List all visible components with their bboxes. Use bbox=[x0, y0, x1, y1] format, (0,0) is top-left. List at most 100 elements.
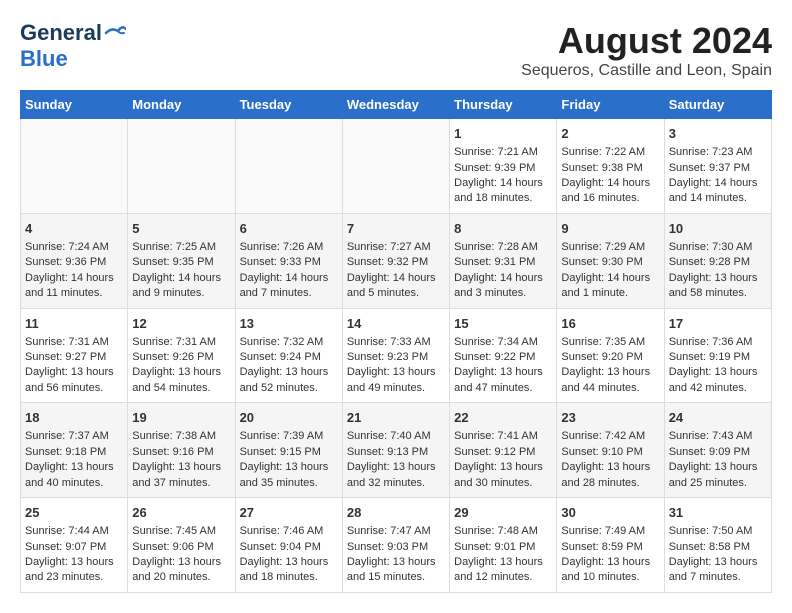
cell-content-line: Daylight: 14 hours bbox=[561, 272, 650, 284]
calendar-cell: 24Sunrise: 7:43 AMSunset: 9:09 PMDayligh… bbox=[664, 403, 771, 498]
cell-content-line: Daylight: 14 hours bbox=[561, 177, 650, 189]
calendar-cell: 14Sunrise: 7:33 AMSunset: 9:23 PMDayligh… bbox=[342, 308, 449, 403]
calendar-header: SundayMondayTuesdayWednesdayThursdayFrid… bbox=[21, 91, 772, 119]
day-number: 1 bbox=[454, 125, 552, 143]
header-row: SundayMondayTuesdayWednesdayThursdayFrid… bbox=[21, 91, 772, 119]
day-number: 9 bbox=[561, 220, 659, 238]
cell-content-line: Sunrise: 7:31 AM bbox=[132, 336, 216, 348]
cell-content-line: and 25 minutes. bbox=[669, 477, 747, 489]
header-day-friday: Friday bbox=[557, 91, 664, 119]
cell-content-line: and 16 minutes. bbox=[561, 192, 639, 204]
cell-content-line: Sunrise: 7:46 AM bbox=[240, 525, 324, 537]
cell-content-line: Sunrise: 7:47 AM bbox=[347, 525, 431, 537]
day-number: 13 bbox=[240, 315, 338, 333]
calendar-cell: 21Sunrise: 7:40 AMSunset: 9:13 PMDayligh… bbox=[342, 403, 449, 498]
cell-content-line: and 23 minutes. bbox=[25, 571, 103, 583]
cell-content-line: Sunset: 9:35 PM bbox=[132, 256, 213, 268]
cell-content-line: and 32 minutes. bbox=[347, 477, 425, 489]
cell-content-line: Daylight: 13 hours bbox=[454, 556, 543, 568]
day-number: 18 bbox=[25, 409, 123, 427]
cell-content-line: Sunset: 9:37 PM bbox=[669, 162, 750, 174]
week-row-1: 1Sunrise: 7:21 AMSunset: 9:39 PMDaylight… bbox=[21, 119, 772, 214]
cell-content-line: Daylight: 13 hours bbox=[240, 461, 329, 473]
calendar-cell: 8Sunrise: 7:28 AMSunset: 9:31 PMDaylight… bbox=[450, 213, 557, 308]
cell-content-line: Sunrise: 7:33 AM bbox=[347, 336, 431, 348]
cell-content-line: Sunset: 9:03 PM bbox=[347, 541, 428, 553]
header-day-monday: Monday bbox=[128, 91, 235, 119]
cell-content-line: Daylight: 14 hours bbox=[669, 177, 758, 189]
cell-content-line: and 52 minutes. bbox=[240, 382, 318, 394]
day-number: 12 bbox=[132, 315, 230, 333]
cell-content-line: Daylight: 13 hours bbox=[25, 556, 114, 568]
calendar-cell: 15Sunrise: 7:34 AMSunset: 9:22 PMDayligh… bbox=[450, 308, 557, 403]
header-day-saturday: Saturday bbox=[664, 91, 771, 119]
calendar-cell: 10Sunrise: 7:30 AMSunset: 9:28 PMDayligh… bbox=[664, 213, 771, 308]
cell-content-line: Sunrise: 7:26 AM bbox=[240, 241, 324, 253]
day-number: 6 bbox=[240, 220, 338, 238]
cell-content-line: Sunset: 9:09 PM bbox=[669, 446, 750, 458]
calendar-cell bbox=[235, 119, 342, 214]
cell-content-line: Sunset: 9:19 PM bbox=[669, 351, 750, 363]
cell-content-line: and 42 minutes. bbox=[669, 382, 747, 394]
cell-content-line: and 14 minutes. bbox=[669, 192, 747, 204]
cell-content-line: Sunrise: 7:23 AM bbox=[669, 146, 753, 158]
cell-content-line: Daylight: 13 hours bbox=[669, 461, 758, 473]
cell-content-line: Sunrise: 7:42 AM bbox=[561, 430, 645, 442]
calendar-cell bbox=[128, 119, 235, 214]
cell-content-line: Daylight: 13 hours bbox=[132, 366, 221, 378]
cell-content-line: Sunset: 9:06 PM bbox=[132, 541, 213, 553]
cell-content-line: Sunset: 9:20 PM bbox=[561, 351, 642, 363]
cell-content-line: Sunset: 9:04 PM bbox=[240, 541, 321, 553]
cell-content-line: Sunrise: 7:21 AM bbox=[454, 146, 538, 158]
calendar-cell bbox=[342, 119, 449, 214]
calendar-cell bbox=[21, 119, 128, 214]
day-number: 20 bbox=[240, 409, 338, 427]
cell-content-line: and 18 minutes. bbox=[240, 571, 318, 583]
cell-content-line: Sunrise: 7:36 AM bbox=[669, 336, 753, 348]
cell-content-line: Daylight: 13 hours bbox=[347, 461, 436, 473]
cell-content-line: Daylight: 13 hours bbox=[132, 461, 221, 473]
cell-content-line: Sunrise: 7:44 AM bbox=[25, 525, 109, 537]
day-number: 23 bbox=[561, 409, 659, 427]
cell-content-line: and 7 minutes. bbox=[669, 571, 741, 583]
cell-content-line: Sunset: 9:31 PM bbox=[454, 256, 535, 268]
calendar-cell: 28Sunrise: 7:47 AMSunset: 9:03 PMDayligh… bbox=[342, 498, 449, 593]
header-day-tuesday: Tuesday bbox=[235, 91, 342, 119]
cell-content-line: and 5 minutes. bbox=[347, 287, 419, 299]
calendar-cell: 30Sunrise: 7:49 AMSunset: 8:59 PMDayligh… bbox=[557, 498, 664, 593]
cell-content-line: Sunrise: 7:38 AM bbox=[132, 430, 216, 442]
cell-content-line: Sunset: 9:15 PM bbox=[240, 446, 321, 458]
calendar-body: 1Sunrise: 7:21 AMSunset: 9:39 PMDaylight… bbox=[21, 119, 772, 593]
cell-content-line: Sunset: 9:28 PM bbox=[669, 256, 750, 268]
cell-content-line: Daylight: 14 hours bbox=[347, 272, 436, 284]
calendar-cell: 9Sunrise: 7:29 AMSunset: 9:30 PMDaylight… bbox=[557, 213, 664, 308]
day-number: 30 bbox=[561, 504, 659, 522]
cell-content-line: Daylight: 14 hours bbox=[454, 272, 543, 284]
cell-content-line: Daylight: 13 hours bbox=[240, 556, 329, 568]
cell-content-line: Sunset: 9:12 PM bbox=[454, 446, 535, 458]
day-number: 2 bbox=[561, 125, 659, 143]
cell-content-line: Sunset: 9:22 PM bbox=[454, 351, 535, 363]
calendar-cell: 5Sunrise: 7:25 AMSunset: 9:35 PMDaylight… bbox=[128, 213, 235, 308]
cell-content-line: and 11 minutes. bbox=[25, 287, 102, 299]
cell-content-line: Sunset: 9:13 PM bbox=[347, 446, 428, 458]
header-day-wednesday: Wednesday bbox=[342, 91, 449, 119]
calendar-cell: 12Sunrise: 7:31 AMSunset: 9:26 PMDayligh… bbox=[128, 308, 235, 403]
calendar-cell: 19Sunrise: 7:38 AMSunset: 9:16 PMDayligh… bbox=[128, 403, 235, 498]
day-number: 25 bbox=[25, 504, 123, 522]
cell-content-line: and 10 minutes. bbox=[561, 571, 639, 583]
cell-content-line: Daylight: 13 hours bbox=[240, 366, 329, 378]
cell-content-line: Sunrise: 7:30 AM bbox=[669, 241, 753, 253]
day-number: 27 bbox=[240, 504, 338, 522]
day-number: 29 bbox=[454, 504, 552, 522]
cell-content-line: Sunset: 9:33 PM bbox=[240, 256, 321, 268]
cell-content-line: Daylight: 14 hours bbox=[454, 177, 543, 189]
cell-content-line: Daylight: 13 hours bbox=[561, 556, 650, 568]
logo: General Blue bbox=[20, 20, 126, 72]
cell-content-line: Daylight: 14 hours bbox=[132, 272, 221, 284]
day-number: 21 bbox=[347, 409, 445, 427]
day-number: 4 bbox=[25, 220, 123, 238]
cell-content-line: and 3 minutes. bbox=[454, 287, 526, 299]
day-number: 3 bbox=[669, 125, 767, 143]
subtitle: Sequeros, Castille and Leon, Spain bbox=[521, 62, 772, 80]
